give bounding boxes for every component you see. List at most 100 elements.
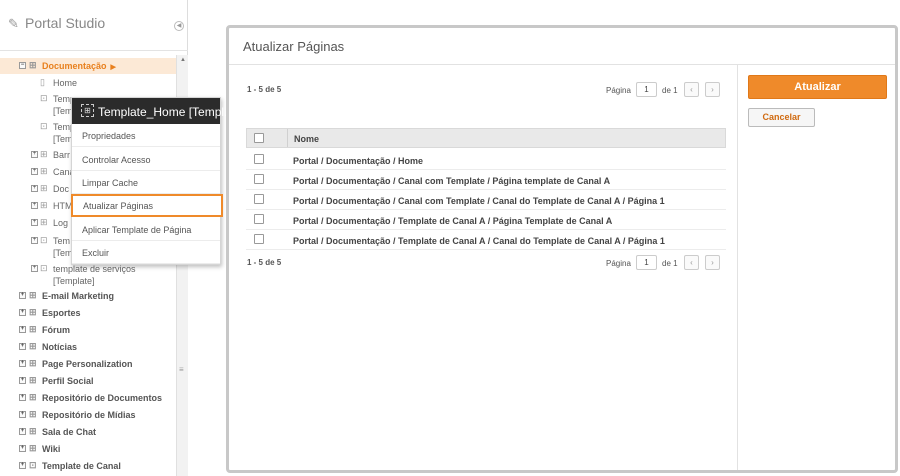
context-menu-item-label: Atualizar Páginas <box>83 201 154 211</box>
expand-icon[interactable]: + <box>19 462 26 469</box>
tree-item-label: Home <box>53 78 77 88</box>
row-checkbox[interactable] <box>254 214 264 224</box>
tree-item-text: Perfil Social <box>42 376 94 386</box>
update-button[interactable]: Atualizar <box>748 75 887 99</box>
expand-icon[interactable]: + <box>19 394 26 401</box>
prev-page-button[interactable]: ‹ <box>684 82 699 97</box>
site-icon: ⊞ <box>29 392 37 402</box>
expand-icon[interactable]: + <box>19 428 26 435</box>
page-total: de 1 <box>662 86 678 95</box>
expand-icon[interactable]: + <box>19 411 26 418</box>
tree-item-text: Notícias <box>42 342 78 352</box>
template-icon: ⊡ <box>40 235 48 245</box>
context-menu-header: ⊞ Template_Home [Templ... <box>72 98 234 124</box>
context-menu-item[interactable]: Propriedades <box>72 124 220 147</box>
tree-item-text: Barr <box>53 150 71 160</box>
expand-icon[interactable]: + <box>19 309 26 316</box>
next-page-button[interactable]: › <box>705 255 720 270</box>
context-menu-item[interactable]: Aplicar Template de Página <box>72 218 220 241</box>
table-row[interactable]: Portal / Documentação / Home <box>246 150 726 170</box>
tree-item-label: Repositório de Mídias <box>42 410 136 420</box>
expand-icon[interactable]: + <box>31 151 38 158</box>
context-menu-item[interactable]: Excluir <box>72 241 220 264</box>
expand-icon[interactable]: + <box>31 168 38 175</box>
context-menu-item[interactable]: Controlar Acesso <box>72 148 220 171</box>
tree-item[interactable]: − ⊞ Documentação ▶ <box>0 58 176 74</box>
expand-icon[interactable]: + <box>31 202 38 209</box>
select-all-checkbox[interactable] <box>254 133 264 143</box>
tree-item-label: Barr <box>53 150 70 160</box>
tree-item-text: Repositório de Documentos <box>42 393 163 403</box>
collapse-sidebar-icon[interactable]: ◀ <box>174 21 184 31</box>
table-row[interactable]: Portal / Documentação / Canal com Templa… <box>246 190 726 210</box>
page-total: de 1 <box>662 259 678 268</box>
dialog-actions: Atualizar Cancelar <box>737 65 895 470</box>
tree-item-label: Perfil Social <box>42 376 94 386</box>
context-menu-item-label: Propriedades <box>82 131 136 141</box>
tree-item-label: Page Personalization <box>42 359 133 369</box>
row-checkbox[interactable] <box>254 194 264 204</box>
pager-label: Página <box>606 86 631 95</box>
prev-page-button[interactable]: ‹ <box>684 255 699 270</box>
tree-item-label: Esportes <box>42 308 81 318</box>
table-row[interactable]: Portal / Documentação / Template de Cana… <box>246 230 726 250</box>
site-icon: ⊞ <box>29 307 37 317</box>
tree-item-text: template de serviços <box>53 264 136 274</box>
template-icon: ⊞ <box>81 104 94 117</box>
tree-item-label: Sala de Chat <box>42 427 96 437</box>
tree-item-text: HTM <box>53 201 73 211</box>
expand-icon[interactable]: + <box>31 185 38 192</box>
row-checkbox[interactable] <box>254 174 264 184</box>
collapse-icon[interactable]: − <box>19 62 26 69</box>
scroll-up-icon[interactable]: ▲ <box>180 57 186 63</box>
channel-icon: ⊞ <box>40 166 48 176</box>
page-number-input[interactable]: 1 <box>636 255 657 270</box>
page-number-input[interactable]: 1 <box>636 82 657 97</box>
channel-icon: ⊞ <box>40 200 48 210</box>
expand-icon[interactable]: + <box>31 237 38 244</box>
table-row[interactable]: Portal / Documentação / Template de Cana… <box>246 210 726 230</box>
page-path: Portal / Documentação / Template de Cana… <box>293 216 613 226</box>
row-checkbox[interactable] <box>254 154 264 164</box>
site-icon: ⊞ <box>29 341 37 351</box>
page-path: Portal / Documentação / Template de Cana… <box>293 236 665 246</box>
site-icon: ⊞ <box>29 443 37 453</box>
context-menu-item[interactable]: Atualizar Páginas <box>71 194 223 217</box>
next-page-button[interactable]: › <box>705 82 720 97</box>
column-header-name: Nome <box>294 134 320 144</box>
tree-item-text: Home <box>53 78 78 88</box>
expand-icon[interactable]: + <box>19 377 26 384</box>
expand-icon[interactable]: + <box>31 219 38 226</box>
tree-item-label: Template de Canal <box>42 461 121 471</box>
update-pages-dialog: Atualizar Páginas 1 - 5 de 5 Página 1 de… <box>226 25 898 473</box>
row-checkbox[interactable] <box>254 234 264 244</box>
site-icon: ⊞ <box>29 324 37 334</box>
context-menu-item-label: Aplicar Template de Página <box>82 225 192 235</box>
table-row[interactable]: Portal / Documentação / Canal com Templa… <box>246 170 726 190</box>
tree-item-label: Documentação ▶ <box>42 61 116 71</box>
expand-icon[interactable]: + <box>19 445 26 452</box>
tree-item-subtext: [Tem <box>53 248 73 258</box>
expand-icon[interactable]: + <box>31 265 38 272</box>
channel-icon: ⊞ <box>40 149 48 159</box>
expand-icon[interactable]: + <box>19 360 26 367</box>
expand-icon[interactable]: + <box>19 343 26 350</box>
context-menu: ⊞ Template_Home [Templ... Propriedades Co… <box>71 97 234 265</box>
context-menu-item-label: Controlar Acesso <box>82 155 151 165</box>
site-icon: ⊞ <box>29 358 37 368</box>
pencil-icon: ✎ <box>8 16 19 31</box>
scroll-grip-icon[interactable]: ≡ <box>179 365 184 374</box>
channel-icon: ⊞ <box>40 217 48 227</box>
template-icon: ⊡ <box>40 263 48 273</box>
site-icon: ⊞ <box>29 60 37 70</box>
sidebar-header: ✎ Portal Studio ◀ <box>0 0 188 50</box>
cancel-button[interactable]: Cancelar <box>748 108 815 127</box>
context-menu-item[interactable]: Limpar Cache <box>72 171 220 194</box>
context-menu-title: Template_Home [Templ... <box>98 105 235 119</box>
expand-icon[interactable]: + <box>19 326 26 333</box>
template-icon: ⊡ <box>40 121 48 131</box>
result-count-top: 1 - 5 de 5 <box>247 85 282 94</box>
expand-icon[interactable]: + <box>19 292 26 299</box>
app-title: ✎ Portal Studio <box>8 15 106 31</box>
template-icon: ⊡ <box>29 460 37 470</box>
